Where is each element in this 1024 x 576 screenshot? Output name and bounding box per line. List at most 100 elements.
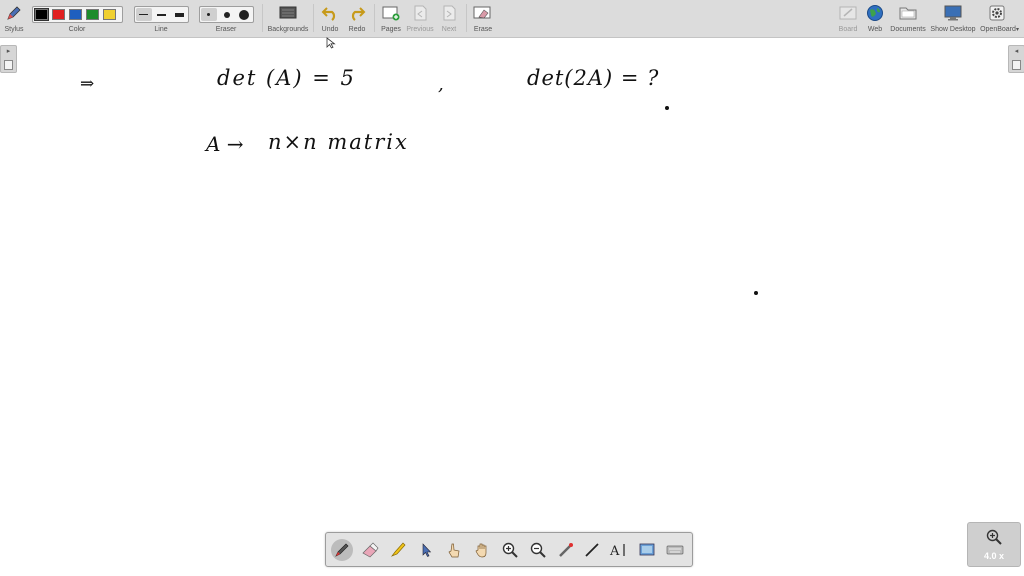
documents-label: Documents [890, 26, 926, 33]
eraser-large[interactable] [236, 8, 252, 21]
laser-pointer-icon [559, 543, 573, 557]
line-medium[interactable] [154, 8, 170, 21]
hand-icon [475, 543, 487, 558]
magnifier-icon [986, 529, 1002, 545]
color-label: Color [68, 26, 86, 33]
eraser-medium[interactable] [219, 8, 235, 21]
folder-icon [897, 3, 919, 23]
capture-tool[interactable] [636, 539, 658, 561]
det-2a-question: det(2A) = ? [527, 66, 660, 90]
erase-button[interactable]: Erase [471, 0, 495, 37]
board-mode-button[interactable]: Board [835, 0, 861, 37]
laser-pointer-tool[interactable] [555, 539, 577, 561]
backgrounds-label: Backgrounds [267, 26, 309, 33]
line-tool[interactable] [581, 539, 603, 561]
stylus-icon [3, 3, 25, 23]
line-thin[interactable] [136, 8, 152, 21]
erase-board-icon [472, 3, 494, 23]
capture-icon [639, 543, 655, 556]
redo-button[interactable]: Redo [345, 0, 369, 37]
zoom-in-tool[interactable] [499, 539, 521, 561]
next-page-button[interactable]: Next [437, 0, 461, 37]
pages-button[interactable]: Pages [378, 0, 404, 37]
backgrounds-icon [277, 3, 299, 23]
color-swatch-black[interactable] [34, 8, 49, 21]
eraser-label: Eraser [215, 26, 237, 33]
stylus-label: Stylus [4, 26, 24, 33]
matrix-a-label: A → [206, 132, 244, 156]
color-swatch-green[interactable] [86, 9, 99, 20]
svg-text:A: A [609, 544, 620, 559]
text-tool[interactable]: A [608, 539, 630, 561]
keyboard-tool[interactable] [664, 539, 686, 561]
color-swatch-yellow[interactable] [103, 9, 116, 20]
redo-icon [346, 3, 368, 23]
interact-tool[interactable] [443, 539, 465, 561]
gear-icon [986, 3, 1008, 23]
backgrounds-button[interactable]: Backgrounds [266, 0, 310, 37]
redo-label: Redo [348, 26, 366, 33]
previous-label: Previous [406, 26, 434, 33]
mouse-cursor [326, 37, 336, 49]
tool-palette: A [325, 532, 693, 567]
toolbar-divider [466, 4, 467, 32]
openboard-label: OpenBoard [980, 26, 1016, 33]
line-group: Line [134, 0, 190, 37]
nxn-matrix-note: n×n matrix [268, 130, 409, 154]
previous-page-button[interactable]: Previous [406, 0, 434, 37]
line-label: Line [154, 26, 168, 33]
next-page-icon [438, 3, 460, 23]
color-swatch-red[interactable] [52, 9, 65, 20]
zoom-out-icon [530, 542, 546, 558]
stylus-button[interactable]: Stylus [0, 0, 28, 37]
undo-label: Undo [321, 26, 339, 33]
color-swatch-blue[interactable] [69, 9, 82, 20]
eraser-small[interactable] [201, 8, 217, 21]
add-page-icon [380, 3, 402, 23]
chevron-down-icon: ▾ [1016, 27, 1020, 33]
board-icon [837, 3, 859, 23]
undo-icon [319, 3, 341, 23]
color-group: Color [32, 0, 124, 37]
desktop-icon [942, 3, 964, 23]
erase-label: Erase [473, 26, 493, 33]
line-width-picker [134, 6, 189, 23]
zoom-indicator[interactable]: 4.0 x [967, 522, 1021, 567]
line-thick[interactable] [171, 8, 187, 21]
det-a-equation: det (A) = 5 [217, 66, 356, 90]
toolbar-divider [262, 4, 263, 32]
pen-tool[interactable] [331, 539, 353, 561]
documents-mode-button[interactable]: Documents [890, 0, 926, 37]
whiteboard-canvas[interactable]: ⇒ det (A) = 5 , det(2A) = ? A → n×n matr… [0, 37, 1024, 576]
zoom-level: 4.0 x [983, 551, 1005, 561]
line-icon [585, 543, 599, 557]
highlighter-tool[interactable] [387, 539, 409, 561]
zoom-out-tool[interactable] [527, 539, 549, 561]
show-desktop-label: Show Desktop [930, 26, 976, 33]
eraser-group: Eraser [199, 0, 255, 37]
next-label: Next [441, 26, 457, 33]
comma-mark: , [438, 74, 444, 95]
pages-label: Pages [381, 26, 401, 33]
undo-button[interactable]: Undo [318, 0, 342, 37]
implies-arrow: ⇒ [80, 74, 95, 94]
toolbar-divider [374, 4, 375, 32]
pen-icon [335, 543, 349, 557]
eraser-tool[interactable] [359, 539, 381, 561]
select-arrow-icon [422, 543, 432, 557]
select-tool[interactable] [415, 539, 437, 561]
previous-page-icon [409, 3, 431, 23]
zoom-in-icon [502, 542, 518, 558]
show-desktop-button[interactable]: Show Desktop [930, 0, 976, 37]
top-toolbar: Stylus Color Line Eraser Backgrounds Und… [0, 0, 1024, 38]
web-mode-button[interactable]: Web [863, 0, 887, 37]
eraser-size-picker [199, 6, 254, 23]
highlighter-icon [390, 542, 406, 557]
hand-tool[interactable] [471, 539, 493, 561]
web-label: Web [867, 26, 883, 33]
pointing-hand-icon [448, 543, 460, 558]
board-label: Board [838, 26, 858, 33]
ink-dot [754, 291, 758, 295]
openboard-menu-button[interactable]: OpenBoard ▾ [978, 0, 1022, 37]
eraser-icon [362, 542, 379, 558]
